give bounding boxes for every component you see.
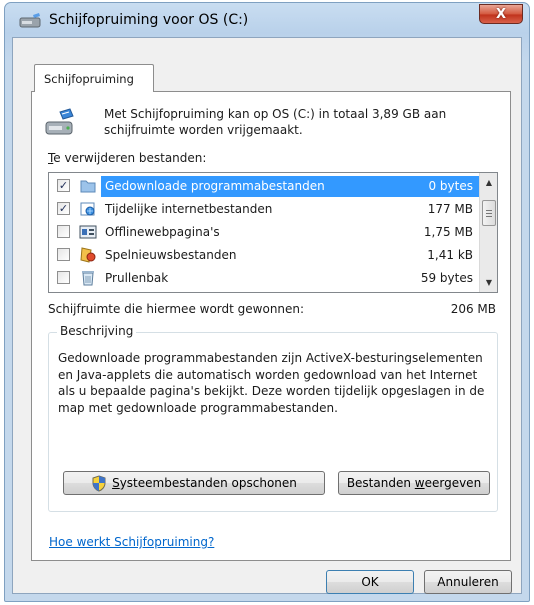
tab-disk-cleanup[interactable]: Schijfopruiming xyxy=(34,64,154,92)
checkbox-game-news-files[interactable] xyxy=(57,248,70,261)
tab-panel: Met Schijfopruiming kan op OS (C:) in to… xyxy=(31,91,511,561)
uac-shield-icon xyxy=(92,474,106,492)
files-to-delete-list[interactable]: ✓ Gedownloade programmabestanden 0 bytes… xyxy=(48,172,498,293)
recycle-bin-icon xyxy=(82,271,94,286)
list-item-temporary-internet-files[interactable]: ✓ Tijdelijke internetbestanden 177 MB xyxy=(49,198,479,221)
window-title: Schijfopruiming voor OS (C:) xyxy=(49,12,249,28)
item-name: Offlinewebpagina's xyxy=(105,225,220,239)
cancel-button[interactable]: Annuleren xyxy=(424,570,512,594)
item-size: 59 bytes xyxy=(420,271,473,285)
offline-pages-icon xyxy=(79,225,97,239)
item-name: Tijdelijke internetbestanden xyxy=(105,202,273,216)
item-size: 0 bytes xyxy=(428,179,473,193)
list-item-offline-web-pages[interactable]: Offlinewebpagina's 1,75 MB xyxy=(49,221,479,244)
item-name: Spelnieuwsbestanden xyxy=(105,248,237,262)
tab-label: Schijfopruiming xyxy=(44,71,134,86)
scroll-down-arrow-icon[interactable]: ▼ xyxy=(481,274,497,291)
list-item-recycle-bin[interactable]: Prullenbak 59 bytes xyxy=(49,267,479,290)
dialog-window: Schijfopruiming voor OS (C:) X Schijfopr… xyxy=(4,2,530,602)
internet-files-icon xyxy=(80,202,95,216)
list-item-game-news-files[interactable]: Spelnieuwsbestanden 1,41 kB xyxy=(49,244,479,267)
clean-system-files-button[interactable]: Systeembestanden opschonen xyxy=(63,471,325,495)
scroll-thumb[interactable] xyxy=(482,200,496,226)
list-item-downloaded-program-files[interactable]: ✓ Gedownloade programmabestanden 0 bytes xyxy=(49,175,479,198)
intro-text: Met Schijfopruiming kan op OS (C:) in to… xyxy=(104,107,447,137)
checkbox-offline-web-pages[interactable] xyxy=(57,225,70,238)
view-files-button[interactable]: Bestanden w eergeven xyxy=(338,471,490,495)
checkbox-temporary-internet-files[interactable]: ✓ xyxy=(57,202,70,215)
description-legend: Beschrijving xyxy=(57,324,137,338)
disk-cleanup-icon xyxy=(45,108,74,135)
description-text: Gedownloade programmabestanden zijn Acti… xyxy=(58,351,485,415)
title-bar[interactable]: Schijfopruiming voor OS (C:) X xyxy=(5,3,529,37)
space-gained-value: 206 MB xyxy=(450,302,496,316)
folder-icon xyxy=(80,180,96,193)
item-name: Gedownloade programmabestanden xyxy=(105,179,325,193)
checkbox-downloaded-program-files[interactable]: ✓ xyxy=(57,179,70,192)
scroll-up-arrow-icon[interactable]: ▲ xyxy=(481,174,497,191)
cleanup-access-key: S xyxy=(112,476,120,490)
space-gained-label: Schijfruimte die hiermee wordt gewonnen: xyxy=(48,302,305,316)
dialog-client-area: Schijfopruiming Met Schijfopruiming kan … xyxy=(12,37,522,594)
vertical-scrollbar[interactable]: ▲ ▼ xyxy=(479,173,497,292)
game-news-icon xyxy=(80,247,96,263)
ok-button[interactable]: OK xyxy=(326,570,414,594)
help-link[interactable]: Hoe werkt Schijfopruiming? xyxy=(49,535,214,549)
view-files-label-part2: eergeven xyxy=(424,476,482,490)
cleanup-label: ysteembestanden opschonen xyxy=(119,476,297,490)
view-files-label-part1: Bestanden xyxy=(346,476,415,490)
item-size: 1,75 MB xyxy=(423,225,473,239)
check-mark-icon: ✓ xyxy=(58,202,69,215)
files-list-label-text: e verwijderen bestanden: xyxy=(53,151,207,165)
item-name: Prullenbak xyxy=(105,271,169,285)
description-group: Beschrijving Gedownloade programmabestan… xyxy=(48,324,498,512)
files-list-label: Te verwijderen bestanden: xyxy=(48,151,206,165)
item-size: 1,41 kB xyxy=(427,248,473,262)
close-button[interactable]: X xyxy=(479,4,523,24)
item-size: 177 MB xyxy=(427,202,473,216)
checkbox-recycle-bin[interactable] xyxy=(57,271,70,284)
grip-icon xyxy=(486,209,492,217)
check-mark-icon: ✓ xyxy=(58,179,69,192)
close-icon: X xyxy=(495,6,507,22)
disk-cleanup-icon xyxy=(19,13,41,28)
view-files-access-key: w xyxy=(414,476,425,490)
